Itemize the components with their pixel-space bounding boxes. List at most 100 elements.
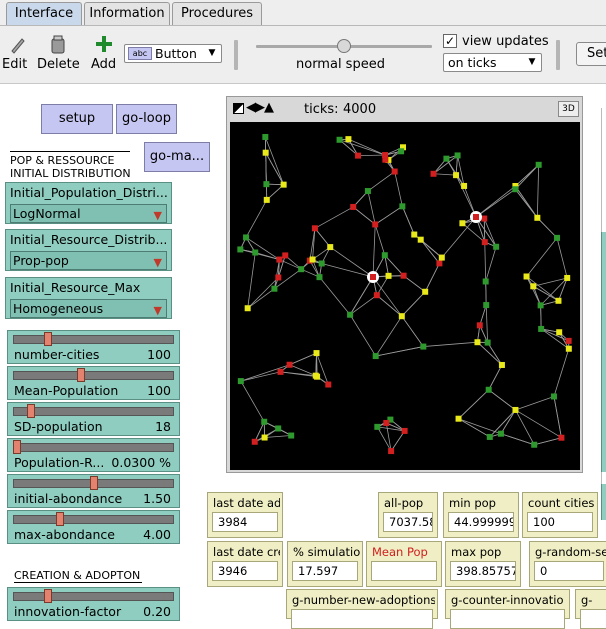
city-node[interactable] (345, 136, 351, 142)
widget-type-select[interactable]: abc Button ▼ (124, 44, 222, 63)
city-node[interactable] (319, 260, 325, 266)
city-node[interactable] (483, 302, 489, 308)
city-node[interactable] (538, 326, 544, 332)
slider-population-r[interactable]: Population-R...0.0300 % (7, 438, 180, 472)
chooser-value[interactable]: Prop-pop▼ (10, 251, 167, 270)
city-node[interactable] (482, 239, 488, 245)
city-node[interactable] (370, 274, 376, 280)
city-node[interactable] (555, 298, 561, 304)
city-node[interactable] (238, 378, 244, 384)
city-node[interactable] (386, 273, 392, 279)
city-node[interactable] (493, 244, 499, 250)
settings-button[interactable]: Set (576, 42, 606, 66)
slider-knob[interactable] (13, 440, 21, 454)
city-node[interactable] (512, 407, 518, 413)
city-node[interactable] (310, 256, 316, 262)
city-node[interactable] (382, 252, 388, 258)
world-canvas[interactable] (230, 122, 580, 470)
city-node[interactable] (461, 183, 467, 189)
city-node[interactable] (288, 433, 294, 439)
slider-sd-population[interactable]: SD-population18 (7, 402, 180, 436)
city-node[interactable] (477, 322, 483, 328)
speed-slider-knob[interactable] (337, 39, 351, 53)
city-node[interactable] (337, 137, 343, 143)
slider-initial-abondance[interactable]: initial-abondance1.50 (7, 474, 180, 508)
slider-knob[interactable] (44, 332, 52, 346)
city-node[interactable] (538, 302, 544, 308)
city-node[interactable] (282, 252, 288, 258)
city-node[interactable] (383, 420, 389, 426)
city-node[interactable] (418, 237, 424, 243)
city-node[interactable] (512, 186, 518, 192)
city-node[interactable] (420, 344, 426, 350)
city-node[interactable] (276, 257, 282, 263)
city-node[interactable] (281, 182, 287, 188)
city-node[interactable] (431, 171, 437, 177)
city-node[interactable] (313, 373, 319, 379)
city-node[interactable] (263, 150, 269, 156)
city-node[interactable] (566, 346, 572, 352)
city-node[interactable] (456, 416, 462, 422)
city-node[interactable] (388, 448, 394, 454)
tab-interface[interactable]: Interface (6, 2, 82, 25)
trash-icon[interactable] (50, 35, 66, 55)
city-node[interactable] (262, 435, 268, 441)
city-node[interactable] (398, 148, 404, 154)
slider-track[interactable] (13, 371, 174, 380)
city-node[interactable] (436, 260, 442, 266)
city-node[interactable] (347, 312, 353, 318)
city-node[interactable] (312, 225, 318, 231)
slider-knob[interactable] (90, 476, 98, 490)
tab-procedures[interactable]: Procedures (172, 2, 262, 25)
city-node[interactable] (392, 169, 398, 175)
3d-button[interactable]: 3D (558, 101, 579, 117)
city-node[interactable] (534, 215, 540, 221)
city-node[interactable] (531, 442, 537, 448)
city-node[interactable] (411, 232, 417, 238)
city-node[interactable] (325, 382, 331, 388)
city-node[interactable] (455, 152, 461, 158)
city-node[interactable] (524, 273, 530, 279)
city-node[interactable] (243, 234, 249, 240)
city-node[interactable] (554, 235, 560, 241)
slider-knob[interactable] (77, 368, 85, 382)
chooser-initial-resource-max[interactable]: Initial_Resource_Max Homogeneous▼ (5, 277, 172, 319)
city-node[interactable] (314, 350, 320, 356)
city-node[interactable] (564, 275, 570, 281)
tab-information[interactable]: Information (84, 2, 170, 25)
city-node[interactable] (264, 197, 270, 203)
city-node[interactable] (252, 250, 258, 256)
city-node[interactable] (473, 214, 479, 220)
city-node[interactable] (287, 362, 293, 368)
city-node[interactable] (237, 246, 243, 252)
city-node[interactable] (453, 172, 459, 178)
city-node[interactable] (481, 216, 487, 222)
chooser-value[interactable]: LogNormal▼ (10, 204, 167, 223)
arrows-icon[interactable]: ◀▶▲ (246, 100, 273, 115)
update-mode-select[interactable]: on ticks ▼ (443, 53, 542, 72)
city-node[interactable] (422, 289, 428, 295)
delete-button[interactable]: Delete (37, 57, 80, 72)
go-loop-button[interactable]: go-loop (116, 104, 177, 134)
edit-button[interactable]: Edit (2, 57, 27, 72)
slider-track[interactable] (13, 592, 174, 601)
city-node[interactable] (486, 387, 492, 393)
city-node[interactable] (271, 286, 277, 292)
city-node[interactable] (399, 313, 405, 319)
city-node[interactable] (365, 188, 371, 194)
zoom-icon[interactable] (233, 103, 244, 114)
city-node[interactable] (327, 244, 333, 250)
city-node[interactable] (372, 221, 378, 227)
city-node[interactable] (474, 339, 480, 345)
city-node[interactable] (399, 203, 405, 209)
city-node[interactable] (373, 353, 379, 359)
slider-number-cities[interactable]: number-cities100 (7, 330, 180, 364)
plus-icon[interactable] (95, 35, 113, 53)
city-node[interactable] (252, 439, 258, 445)
city-node[interactable] (262, 134, 268, 140)
city-node[interactable] (499, 362, 505, 368)
slider-knob[interactable] (27, 404, 35, 418)
city-node[interactable] (485, 340, 491, 346)
city-node[interactable] (566, 338, 572, 344)
city-node[interactable] (355, 153, 361, 159)
